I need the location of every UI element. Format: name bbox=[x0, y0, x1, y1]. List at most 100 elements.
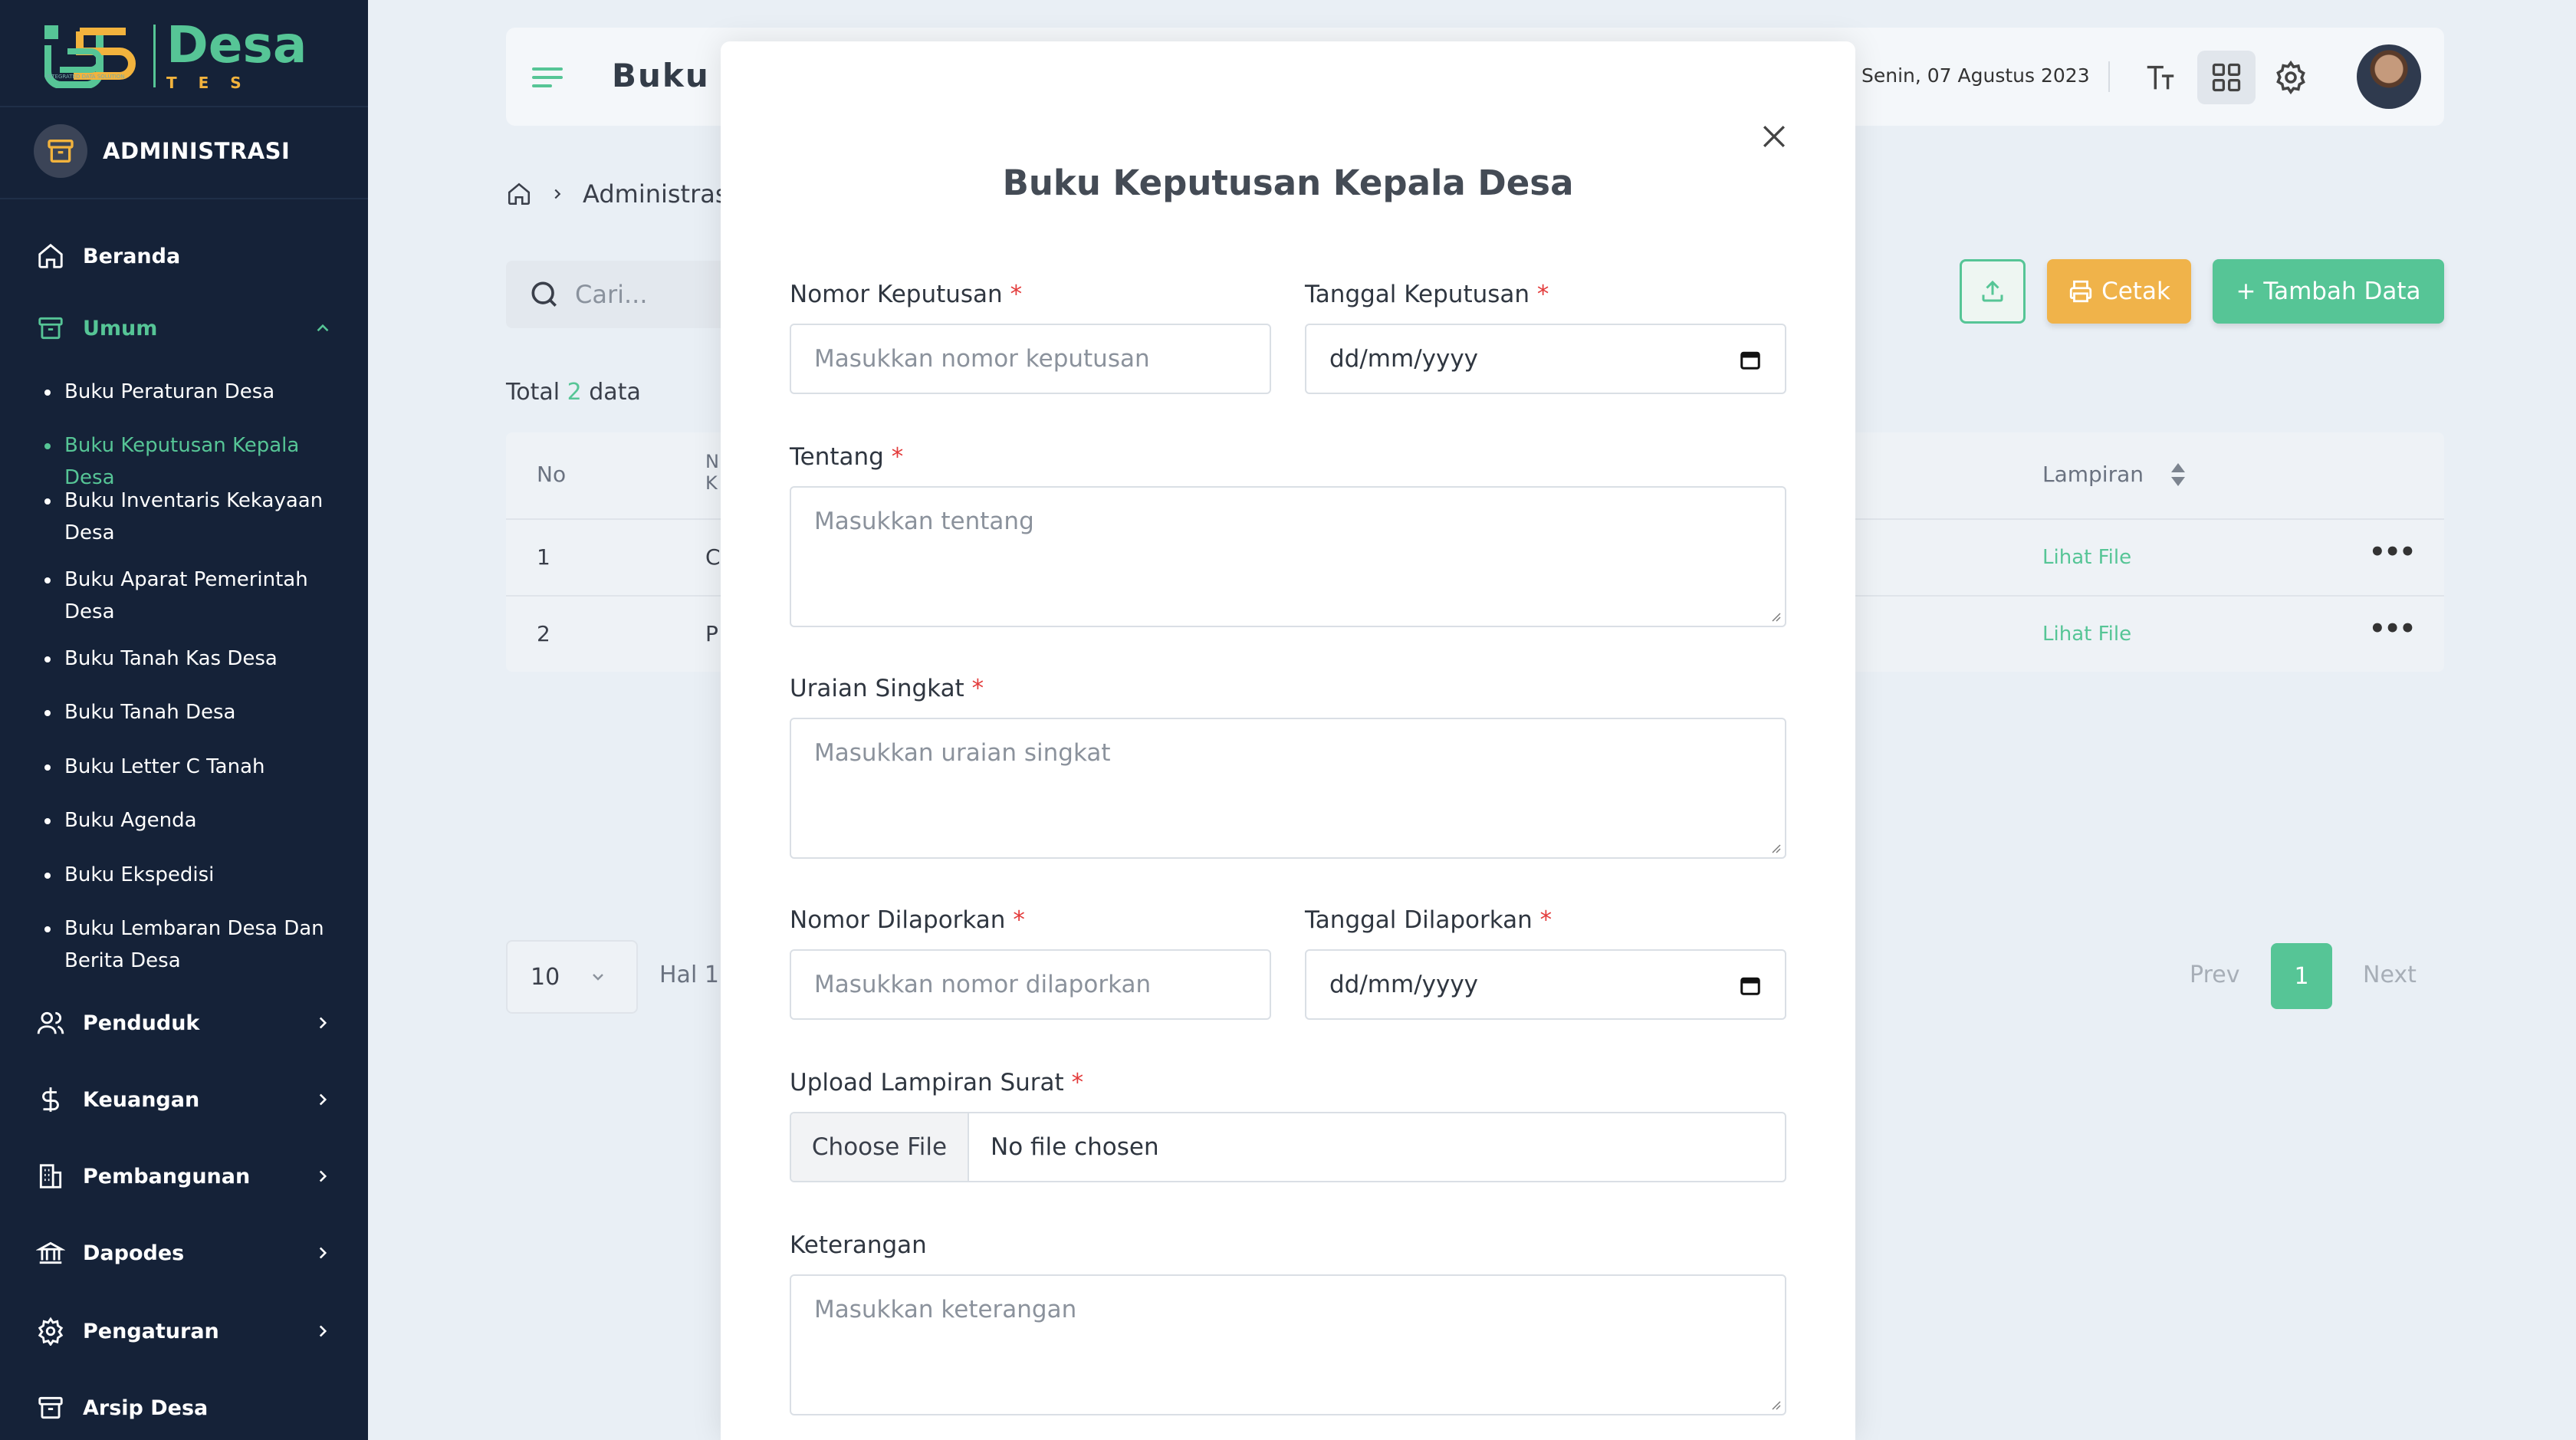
sidebar-item-beranda[interactable]: Beranda bbox=[34, 239, 333, 273]
placeholder: Masukkan tentang bbox=[814, 508, 1034, 535]
add-label: + Tambah Data bbox=[2236, 278, 2421, 305]
sidebar-subitem[interactable]: Buku Lembaran Desa Dan Berita Desa bbox=[44, 912, 340, 977]
next-page-button[interactable]: Next bbox=[2363, 962, 2417, 988]
sidebar-subitem-label: Buku Letter C Tanah bbox=[64, 755, 265, 778]
tanggal-keputusan-date-input[interactable]: dd/mm/yyyy bbox=[1305, 324, 1786, 394]
bullet bbox=[44, 577, 51, 584]
field-label: Nomor Dilaporkan * bbox=[790, 906, 1025, 934]
placeholder: Masukkan nomor dilaporkan bbox=[814, 971, 1152, 998]
column-header-nomor: N bbox=[705, 451, 719, 472]
sidebar-subitem[interactable]: Buku Tanah Kas Desa bbox=[44, 643, 340, 675]
resize-grip-icon[interactable] bbox=[1769, 842, 1782, 854]
page-title: Buku I bbox=[612, 57, 736, 94]
apps-grid-icon[interactable] bbox=[2197, 51, 2256, 104]
label-text: Nomor Dilaporkan bbox=[790, 906, 1006, 934]
uraian-singkat-textarea[interactable]: Masukkan uraian singkat bbox=[790, 718, 1786, 859]
row-1-more-icon[interactable]: ••• bbox=[2369, 537, 2416, 567]
font-size-icon[interactable] bbox=[2131, 51, 2190, 104]
bullet bbox=[44, 390, 51, 396]
keterangan-textarea[interactable]: Masukkan keterangan bbox=[790, 1274, 1786, 1415]
placeholder: Masukkan keterangan bbox=[814, 1296, 1077, 1323]
brand-logo[interactable]: Desa TES bbox=[44, 20, 307, 92]
sidebar-item-keuangan[interactable]: Keuangan bbox=[34, 1083, 333, 1116]
required-mark: * bbox=[1013, 906, 1025, 934]
per-page-select[interactable]: 10 bbox=[506, 940, 638, 1014]
modal-dialog: Buku Keputusan Kepala Desa Nomor Keputus… bbox=[721, 41, 1855, 1440]
row-2-more-icon[interactable]: ••• bbox=[2369, 613, 2416, 644]
sidebar-item-penduduk[interactable]: Penduduk bbox=[34, 1006, 333, 1040]
sidebar-subitem[interactable]: Buku Inventaris Kekayaan Desa bbox=[44, 485, 340, 549]
admin-section[interactable]: ADMINISTRASI bbox=[34, 124, 290, 178]
total-number: 2 bbox=[567, 379, 582, 406]
sidebar-subitem[interactable]: Buku Letter C Tanah bbox=[44, 751, 340, 783]
upload-button[interactable] bbox=[1960, 259, 2026, 324]
sidebar-subitem[interactable]: Buku Aparat Pemerintah Desa bbox=[44, 564, 340, 628]
sidebar-subitem-label: Buku Peraturan Desa bbox=[64, 380, 275, 403]
search-input[interactable]: Cari... bbox=[506, 261, 736, 328]
add-data-button[interactable]: + Tambah Data bbox=[2213, 259, 2444, 324]
chevron-right-icon bbox=[549, 186, 566, 202]
sidebar-subitem[interactable]: Buku Ekspedisi bbox=[44, 859, 340, 891]
chevron-right-icon bbox=[313, 1090, 333, 1110]
field-label: Tanggal Dilaporkan * bbox=[1305, 906, 1552, 934]
calendar-icon[interactable] bbox=[1739, 974, 1762, 997]
sidebar-subitem[interactable]: Buku Tanah Desa bbox=[44, 696, 340, 728]
current-page-button[interactable]: 1 bbox=[2271, 943, 2332, 1009]
choose-file-button[interactable]: Choose File bbox=[791, 1113, 969, 1181]
bullet bbox=[44, 818, 51, 824]
sidebar-subitem-label: Buku Lembaran Desa Dan Berita Desa bbox=[64, 917, 324, 972]
calendar-icon[interactable] bbox=[1739, 348, 1762, 371]
sidebar-item-umum[interactable]: Umum bbox=[34, 311, 333, 345]
chevron-right-icon bbox=[313, 1013, 333, 1033]
date-value: dd/mm/yyyy bbox=[1329, 345, 1479, 373]
sidebar-item-arsip-desa[interactable]: Arsip Desa bbox=[34, 1391, 333, 1425]
nomor-dilaporkan-input[interactable]: Masukkan nomor dilaporkan bbox=[790, 949, 1271, 1020]
label-text: Keterangan bbox=[790, 1231, 927, 1259]
sidebar-item-dapodes[interactable]: Dapodes bbox=[34, 1236, 333, 1270]
total-suffix: data bbox=[589, 379, 641, 406]
label-text: Nomor Keputusan bbox=[790, 281, 1003, 308]
sidebar-item-pengaturan[interactable]: Pengaturan bbox=[34, 1314, 333, 1348]
row-1-view-file-link[interactable]: Lihat File bbox=[2042, 546, 2131, 569]
sidebar-item-label: Beranda bbox=[83, 244, 181, 268]
label-text: Uraian Singkat bbox=[790, 675, 964, 702]
chevron-right-icon bbox=[313, 1243, 333, 1263]
bullet bbox=[44, 443, 51, 449]
date-value: dd/mm/yyyy bbox=[1329, 971, 1479, 998]
tentang-textarea[interactable]: Masukkan tentang bbox=[790, 486, 1786, 627]
tanggal-dilaporkan-date-input[interactable]: dd/mm/yyyy bbox=[1305, 949, 1786, 1020]
per-page-value: 10 bbox=[531, 963, 560, 991]
total-count: Total 2 data bbox=[506, 379, 641, 406]
prev-page-button[interactable]: Prev bbox=[2190, 962, 2239, 988]
resize-grip-icon[interactable] bbox=[1769, 1399, 1782, 1411]
sidebar-item-pembangunan[interactable]: Pembangunan bbox=[34, 1159, 333, 1193]
row-2-no: 2 bbox=[537, 621, 550, 646]
bullet bbox=[44, 926, 51, 932]
home-icon bbox=[34, 239, 67, 273]
user-avatar[interactable] bbox=[2357, 44, 2421, 109]
settings-gear-icon[interactable] bbox=[2262, 51, 2320, 104]
print-button[interactable]: Cetak bbox=[2047, 259, 2191, 324]
total-prefix: Total bbox=[506, 379, 560, 406]
column-header-nomor-2: K bbox=[705, 472, 718, 494]
resize-grip-icon[interactable] bbox=[1769, 610, 1782, 623]
label-text: Tentang bbox=[790, 443, 884, 471]
sidebar-subitem[interactable]: Buku Peraturan Desa bbox=[44, 376, 340, 408]
sort-icon[interactable] bbox=[2170, 462, 2187, 488]
home-icon[interactable] bbox=[506, 181, 532, 207]
sidebar-item-label: Penduduk bbox=[83, 1011, 200, 1035]
brand-tagline: INTEGRATED DATA SOLUTION bbox=[46, 74, 125, 80]
field-label: Uraian Singkat * bbox=[790, 675, 984, 702]
users-icon bbox=[34, 1006, 67, 1040]
row-2-view-file-link[interactable]: Lihat File bbox=[2042, 623, 2131, 646]
bank-icon bbox=[34, 1236, 67, 1270]
nomor-keputusan-input[interactable]: Masukkan nomor keputusan bbox=[790, 324, 1271, 394]
breadcrumb-item[interactable]: Administrasi bbox=[583, 179, 734, 209]
sidebar-subitem[interactable]: Buku Agenda bbox=[44, 804, 340, 837]
close-icon[interactable] bbox=[1757, 120, 1791, 153]
placeholder: Masukkan uraian singkat bbox=[814, 739, 1111, 767]
file-upload-input[interactable]: Choose File No file chosen bbox=[790, 1112, 1786, 1182]
sidebar-item-label: Dapodes bbox=[83, 1241, 185, 1265]
column-header-lampiran: Lampiran bbox=[2042, 462, 2144, 487]
menu-toggle-icon[interactable] bbox=[532, 66, 563, 89]
